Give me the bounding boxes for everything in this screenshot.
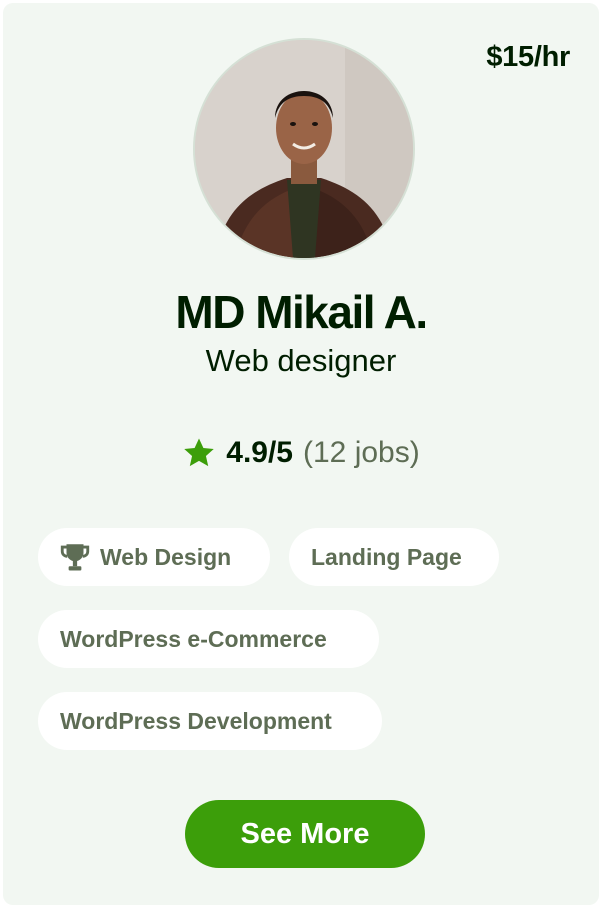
freelancer-title: Web designer [205, 343, 397, 378]
skill-label: Landing Page [311, 543, 462, 570]
see-more-button[interactable]: See More [185, 800, 425, 868]
freelancer-card[interactable]: $15/hr MD Mikail A. Web designer 4.9/5 (… [3, 3, 599, 905]
skill-chip-landing-page[interactable]: Landing Page [289, 528, 499, 586]
rating-score: 4.9/5 [226, 436, 293, 469]
skill-label: WordPress e-Commerce [60, 625, 327, 652]
rating-jobs-count: (12 jobs) [303, 436, 420, 469]
skill-label: WordPress Development [60, 707, 332, 734]
star-icon [184, 438, 214, 467]
skill-chip-wordpress-ecommerce[interactable]: WordPress e-Commerce [38, 610, 379, 668]
trophy-icon [60, 544, 90, 571]
freelancer-name: MD Mikail A. [175, 286, 428, 338]
hourly-rate: $15/hr [486, 41, 570, 73]
avatar [193, 38, 415, 260]
skill-chip-web-design[interactable]: Web Design [38, 528, 270, 586]
skill-chip-wordpress-development[interactable]: WordPress Development [38, 692, 382, 750]
rating: 4.9/5 (12 jobs) [3, 436, 599, 470]
skill-label: Web Design [100, 543, 232, 570]
